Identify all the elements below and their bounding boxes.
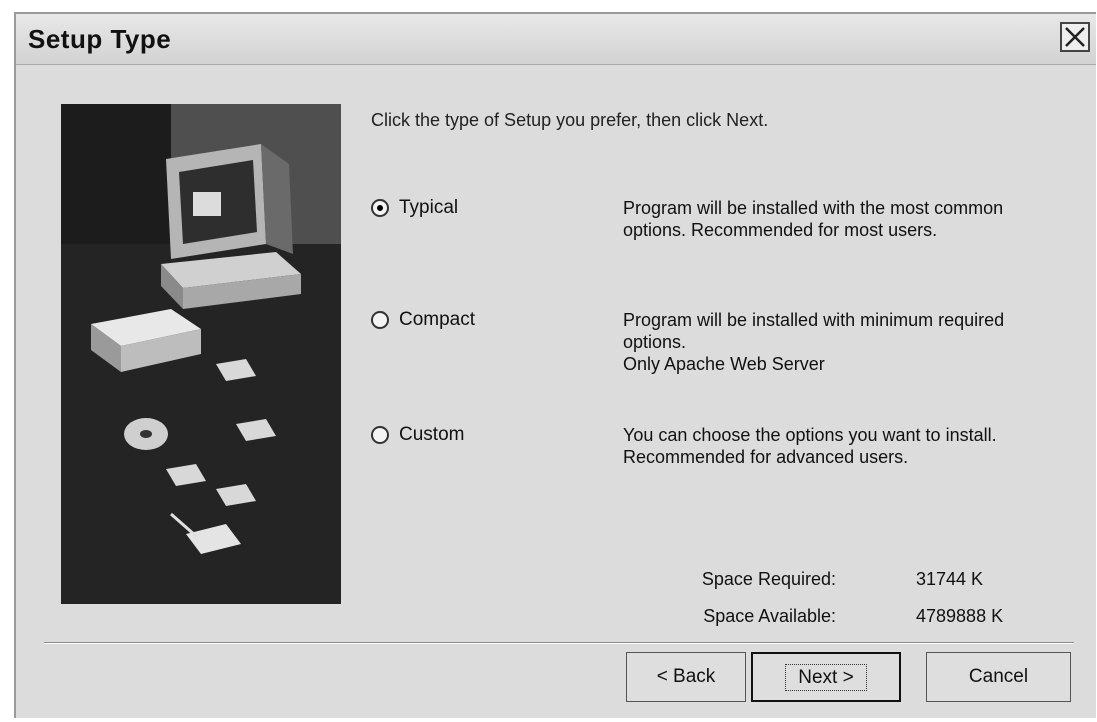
instruction-text: Click the type of Setup you prefer, then… (371, 110, 769, 130)
custom-label[interactable]: Custom (399, 424, 464, 446)
typical-description: Program will be installed with the most … (623, 198, 1004, 240)
space-required-value: 31744 K (916, 569, 984, 589)
close-icon (1065, 27, 1085, 47)
custom-description: You can choose the options you want to i… (623, 425, 997, 467)
close-button[interactable] (1060, 22, 1090, 52)
back-button[interactable]: < Back (626, 652, 746, 702)
setup-type-dialog: Setup Type Click the type of Setup you p… (14, 12, 1096, 718)
compact-description: Program will be installed with minimum r… (623, 310, 1005, 374)
compact-radio[interactable] (371, 311, 389, 329)
option-compact[interactable]: Compact Program will be installed with m… (371, 309, 1071, 389)
next-button[interactable]: Next > (751, 652, 901, 702)
cancel-button[interactable]: Cancel (926, 652, 1071, 702)
space-available-value: 4789888 K (916, 606, 1004, 626)
next-button-label: Next > (785, 664, 867, 691)
option-typical[interactable]: Typical Program will be installed with t… (371, 197, 1071, 277)
title-bar: Setup Type (16, 14, 1096, 65)
space-required-label: Space Required: (701, 569, 836, 589)
typical-label[interactable]: Typical (399, 197, 458, 219)
window-title: Setup Type (28, 24, 172, 54)
custom-radio[interactable] (371, 426, 389, 444)
setup-computer-illustration (61, 104, 341, 604)
compact-label[interactable]: Compact (399, 309, 475, 331)
space-available-label: Space Available: (703, 606, 836, 626)
option-custom[interactable]: Custom You can choose the options you wa… (371, 424, 1071, 504)
typical-radio[interactable] (371, 199, 389, 217)
footer-divider (44, 642, 1074, 644)
